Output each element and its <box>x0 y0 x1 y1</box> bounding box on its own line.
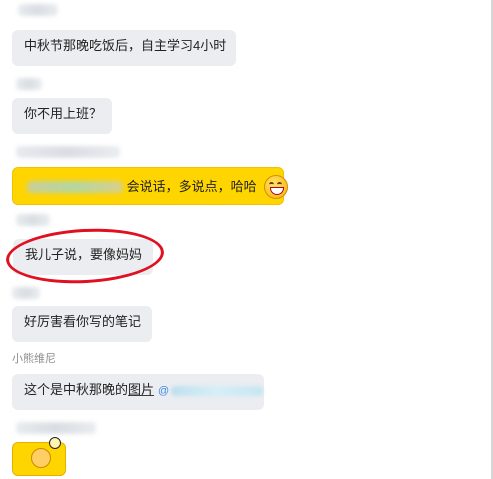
chat-panel: 中秋节那晚吃饭后，自主学习4小时 你不用上班？ 会说话，多说点，哈哈 我儿子说，… <box>0 0 493 479</box>
message-text: 你不用上班？ <box>24 106 103 121</box>
thumbs-up-sticker-icon[interactable] <box>12 437 66 476</box>
sender-name-blurred <box>12 287 40 299</box>
blurred-mention <box>171 385 264 396</box>
sender-name-blurred <box>16 78 42 90</box>
sender-name-blurred <box>16 422 96 434</box>
sticker-face <box>31 448 51 468</box>
sender-name-blurred <box>16 214 50 226</box>
message-bubble[interactable]: 中秋节那晚吃饭后，自主学习4小时 <box>12 30 236 66</box>
sticker-accent <box>49 437 61 449</box>
message-text-prefix: 这个是中秋那晚的 <box>24 382 129 397</box>
blurred-mention <box>27 181 123 193</box>
sender-name-blurred <box>18 4 58 16</box>
sender-name-blurred <box>16 146 120 158</box>
image-link[interactable]: 图片 <box>128 382 154 397</box>
at-mention-icon[interactable]: @ <box>158 385 169 397</box>
message-text: 好厉害看你写的笔记 <box>24 314 142 329</box>
sender-name: 小熊维尼 <box>12 353 56 365</box>
message-bubble[interactable]: 你不用上班？ <box>12 98 112 134</box>
message-text: 中秋节那晚吃饭后，自主学习4小时 <box>24 38 227 53</box>
red-circle-annotation <box>4 224 166 288</box>
message-bubble[interactable]: 这个是中秋那晚的图片 @ <box>12 374 264 410</box>
laughing-emoji-icon <box>264 175 289 199</box>
message-bubble-highlighted[interactable]: 会说话，多说点，哈哈 <box>12 167 289 205</box>
message-text: 会说话，多说点，哈哈 <box>126 179 257 194</box>
message-bubble[interactable]: 好厉害看你写的笔记 <box>12 306 152 342</box>
